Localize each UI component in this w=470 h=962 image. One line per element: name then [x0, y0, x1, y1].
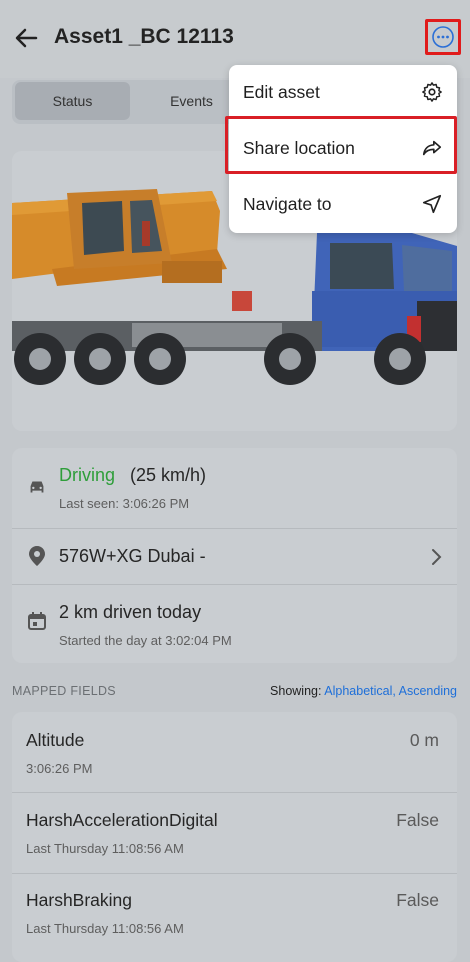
field-row: HarshBraking False Last Thursday 11:08:5…: [12, 874, 457, 954]
menu-item-edit-asset[interactable]: Edit asset: [229, 65, 457, 121]
gear-icon: [422, 82, 442, 102]
mapped-fields-header: MAPPED FIELDS Showing: Alphabetical, Asc…: [12, 684, 457, 700]
page-title: Asset1 _BC 12113: [54, 25, 234, 48]
driving-status: Driving: [59, 465, 116, 485]
last-seen: Last seen: 3:06:26 PM: [59, 496, 190, 511]
field-name: HarshBraking: [26, 890, 133, 910]
status-info-card: Driving (25 km/h) Last seen: 3:06:26 PM …: [12, 448, 457, 663]
field-time: Last Thursday 11:08:56 AM: [26, 921, 184, 936]
location-row[interactable]: 576W+XG Dubai -: [12, 529, 457, 584]
field-value: False: [396, 890, 439, 910]
location-text: 576W+XG Dubai -: [59, 546, 206, 566]
field-value: False: [396, 810, 439, 830]
share-location-highlight: [225, 116, 457, 174]
field-time: Last Thursday 11:08:56 AM: [26, 841, 184, 856]
location-pin-icon: [29, 546, 45, 566]
back-arrow-icon[interactable]: [12, 24, 40, 52]
sort-control[interactable]: Showing: Alphabetical, Ascending: [270, 684, 457, 698]
speed-value: (25 km/h): [130, 465, 207, 485]
sort-value[interactable]: Alphabetical, Ascending: [324, 684, 457, 698]
distance-row: 2 km driven today Started the day at 3:0…: [12, 585, 457, 663]
mapped-fields-card: Altitude 0 m 3:06:26 PM HarshAcceleratio…: [12, 712, 457, 962]
field-row: Altitude 0 m 3:06:26 PM: [12, 712, 457, 792]
field-row: HarshAccelerationDigital False Last Thur…: [12, 793, 457, 873]
chevron-right-icon: [432, 549, 442, 565]
tab-status[interactable]: Status: [15, 82, 130, 120]
mapped-fields-label: MAPPED FIELDS: [12, 684, 116, 698]
car-icon: [30, 481, 44, 493]
field-time: 3:06:26 PM: [26, 761, 93, 776]
menu-item-navigate-to[interactable]: Navigate to: [229, 177, 457, 233]
more-options-button[interactable]: [425, 19, 461, 55]
distance-text: 2 km driven today: [59, 602, 202, 622]
showing-label: Showing:: [270, 684, 322, 698]
day-start-text: Started the day at 3:02:04 PM: [59, 633, 232, 648]
calendar-icon: [28, 612, 46, 630]
field-name: Altitude: [26, 730, 85, 750]
field-value: 0 m: [409, 730, 439, 750]
menu-item-label: Navigate to: [243, 194, 332, 214]
menu-item-label: Edit asset: [243, 82, 320, 102]
driving-status-row: Driving (25 km/h) Last seen: 3:06:26 PM: [12, 448, 457, 528]
navigate-icon: [422, 194, 442, 214]
field-name: HarshAccelerationDigital: [26, 810, 218, 830]
more-horizontal-icon: [432, 26, 454, 48]
